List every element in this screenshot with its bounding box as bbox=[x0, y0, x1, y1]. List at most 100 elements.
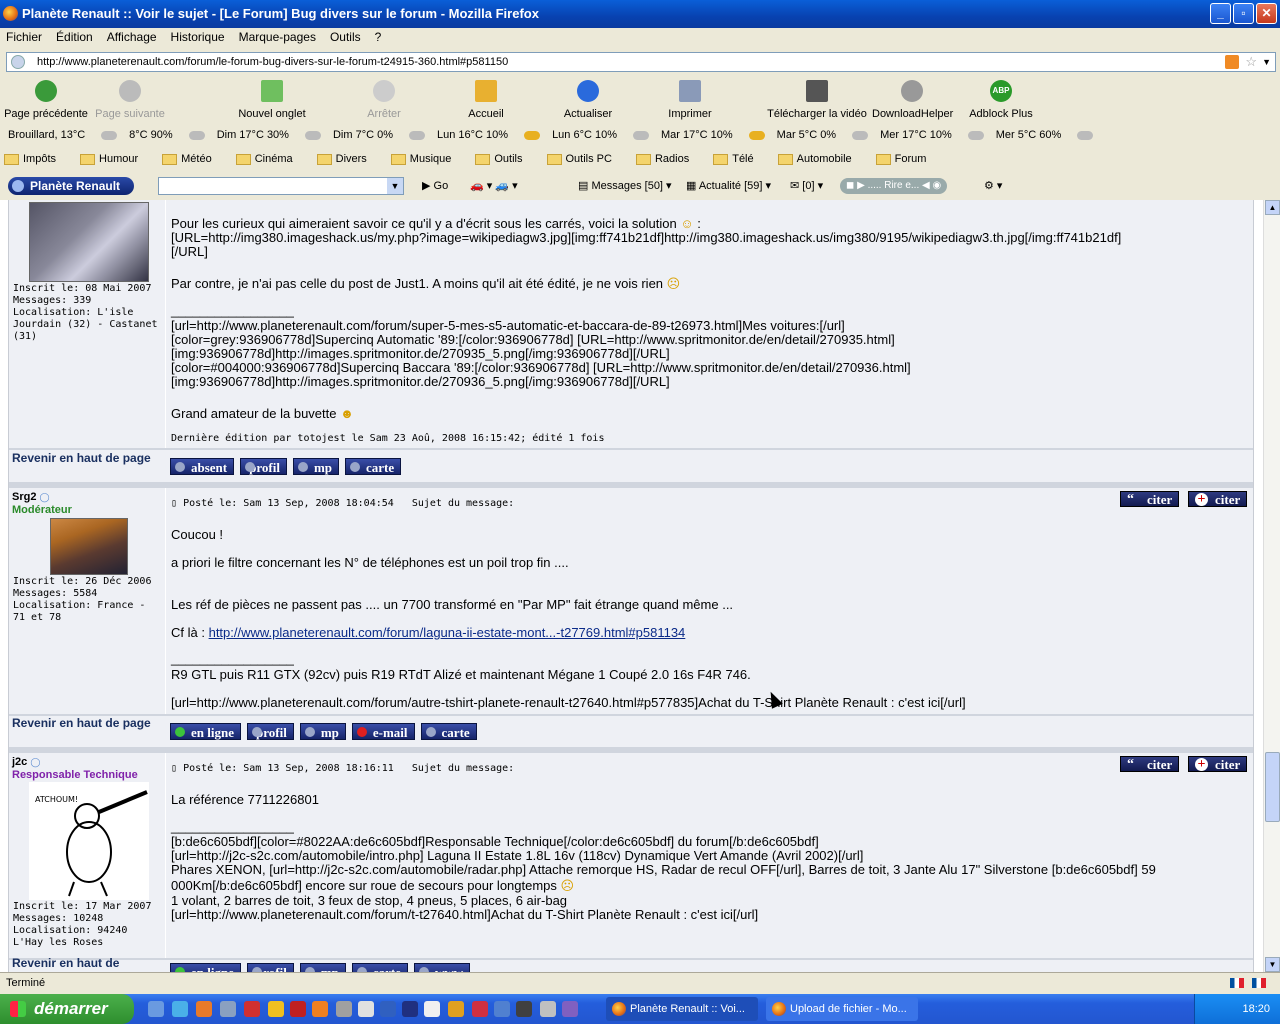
site-identity-icon[interactable] bbox=[11, 55, 25, 69]
print-button[interactable]: Imprimer bbox=[664, 80, 716, 121]
status-online-button[interactable]: en ligne bbox=[170, 723, 241, 740]
bookmark-folder[interactable]: Humour bbox=[80, 148, 150, 170]
quicklaunch-icon[interactable] bbox=[472, 1001, 488, 1017]
bookmark-folder[interactable]: Forum bbox=[875, 148, 939, 170]
quicklaunch-icon[interactable] bbox=[244, 1001, 260, 1017]
firefox-icon[interactable] bbox=[196, 1001, 212, 1017]
map-button[interactable]: carte bbox=[351, 963, 409, 972]
back-button[interactable]: Page précédente bbox=[4, 80, 88, 121]
profile-button[interactable]: profil bbox=[240, 458, 287, 475]
quicklaunch-icon[interactable] bbox=[312, 1001, 328, 1017]
toolbar-search-input[interactable]: ▼ bbox=[158, 177, 404, 195]
quicklaunch-icon[interactable] bbox=[402, 1001, 418, 1017]
stop-button[interactable]: Arrêter bbox=[360, 80, 408, 121]
quicklaunch-icon[interactable] bbox=[336, 1001, 352, 1017]
menu-outils[interactable]: Outils bbox=[330, 28, 361, 48]
multi-quote-button[interactable]: citer bbox=[1188, 756, 1248, 772]
username[interactable]: j2c bbox=[12, 756, 27, 768]
french-flag-icon[interactable] bbox=[1230, 978, 1244, 988]
scroll-up-arrow-icon[interactable]: ▲ bbox=[1265, 200, 1280, 215]
menu-fichier[interactable]: Fichier bbox=[6, 28, 42, 48]
bookmark-folder[interactable]: Météo bbox=[162, 148, 224, 170]
menu-affichage[interactable]: Affichage bbox=[107, 28, 157, 48]
vertical-scrollbar[interactable]: ▲ ▼ bbox=[1263, 200, 1280, 972]
bookmark-folder[interactable]: Outils PC bbox=[546, 148, 624, 170]
close-button[interactable]: ✕ bbox=[1256, 3, 1277, 24]
new-tab-button[interactable]: Nouvel onglet bbox=[236, 80, 308, 121]
quicklaunch-icon[interactable] bbox=[448, 1001, 464, 1017]
weather-item[interactable]: Brouillard, 13°C bbox=[8, 124, 118, 146]
radio-player[interactable]: ◼ ▶ ..... Rire e... ◀ ◉ bbox=[840, 178, 948, 194]
bookmark-folder[interactable]: Automobile bbox=[777, 148, 864, 170]
news-button[interactable]: ▦ Actualité [59] ▾ bbox=[686, 174, 771, 198]
quicklaunch-icon[interactable] bbox=[424, 1001, 440, 1017]
quicklaunch-icon[interactable] bbox=[540, 1001, 556, 1017]
weather-item[interactable]: 8°C 90% bbox=[129, 124, 205, 146]
reload-button[interactable]: Actualiser bbox=[560, 80, 616, 121]
map-button[interactable]: carte bbox=[345, 458, 402, 475]
email-button[interactable]: e-mail bbox=[351, 723, 415, 740]
weather-item[interactable]: Mar 17°C 10% bbox=[661, 124, 765, 146]
weather-item[interactable]: Dim 17°C 30% bbox=[217, 124, 321, 146]
back-to-top-link[interactable]: Revenir en haut de page bbox=[12, 452, 151, 465]
messages-button[interactable]: ▤ Messages [50] ▾ bbox=[578, 174, 672, 198]
weather-item[interactable]: Mer 5°C 60% bbox=[996, 124, 1094, 146]
ie-icon[interactable] bbox=[172, 1001, 188, 1017]
weather-item[interactable]: Mar 5°C 0% bbox=[777, 124, 869, 146]
youtube-icon[interactable] bbox=[290, 1001, 306, 1017]
pm-button[interactable]: mp bbox=[299, 963, 346, 972]
status-online-button[interactable]: en ligne bbox=[170, 963, 241, 972]
rss-icon[interactable] bbox=[1225, 55, 1239, 69]
profile-button[interactable]: profil bbox=[246, 723, 294, 740]
bookmark-star-icon[interactable]: ☆ bbox=[1245, 53, 1257, 71]
window-titlebar[interactable]: Planète Renault :: Voir le sujet - [Le F… bbox=[0, 0, 1280, 28]
menu-marque-pages[interactable]: Marque-pages bbox=[239, 28, 316, 48]
bookmark-folder[interactable]: Divers bbox=[316, 148, 379, 170]
taskbar-item-planete-renault[interactable]: Planète Renault :: Voi... bbox=[606, 997, 758, 1021]
quote-button[interactable]: citer bbox=[1120, 756, 1180, 772]
multi-quote-button[interactable]: citer bbox=[1188, 491, 1248, 507]
back-to-top-link[interactable]: Revenir en haut de bbox=[12, 957, 119, 970]
pm-button[interactable]: mp bbox=[292, 458, 340, 475]
bookmark-folder[interactable]: Impôts bbox=[4, 148, 68, 170]
profile-button[interactable]: profil bbox=[246, 963, 294, 972]
home-button[interactable]: Accueil bbox=[464, 80, 508, 121]
back-to-top-link[interactable]: Revenir en haut de page bbox=[12, 717, 151, 730]
minimize-button[interactable]: _ bbox=[1210, 3, 1231, 24]
quicklaunch-icon[interactable] bbox=[516, 1001, 532, 1017]
quote-button[interactable]: citer bbox=[1120, 491, 1180, 507]
bookmark-folder[interactable]: Télé bbox=[713, 148, 765, 170]
quicklaunch-icon[interactable] bbox=[148, 1001, 164, 1017]
map-button[interactable]: carte bbox=[420, 723, 477, 740]
car-icon[interactable]: 🚗 ▾ 🚙 ▾ bbox=[470, 174, 518, 198]
forward-button[interactable]: Page suivante bbox=[94, 80, 166, 121]
maximize-button[interactable]: ▫ bbox=[1233, 3, 1254, 24]
clock[interactable]: 18:20 bbox=[1242, 1003, 1270, 1015]
bookmark-folder[interactable]: Outils bbox=[475, 148, 534, 170]
scroll-down-arrow-icon[interactable]: ▼ bbox=[1265, 957, 1280, 972]
chevron-down-icon[interactable]: ▼ bbox=[387, 178, 403, 194]
scrollbar-thumb[interactable] bbox=[1265, 752, 1280, 822]
pm-button[interactable]: mp bbox=[299, 723, 346, 740]
bookmark-folder[interactable]: Cinéma bbox=[235, 148, 305, 170]
bookmark-folder[interactable]: Radios bbox=[635, 148, 701, 170]
address-bar[interactable]: http://www.planeterenault.com/forum/le-f… bbox=[6, 52, 1276, 72]
bookmark-folder[interactable]: Musique bbox=[390, 148, 464, 170]
post-link[interactable]: http://www.planeterenault.com/forum/lagu… bbox=[209, 625, 686, 640]
download-video-button[interactable]: Télécharger la vidéo bbox=[766, 80, 868, 121]
go-button[interactable]: ▶ Go bbox=[422, 174, 448, 198]
menu-help[interactable]: ? bbox=[375, 28, 382, 48]
quicklaunch-icon[interactable] bbox=[268, 1001, 284, 1017]
username[interactable]: Srg2 bbox=[12, 491, 36, 503]
start-button[interactable]: démarrer bbox=[0, 994, 134, 1024]
adblock-button[interactable]: ABP Adblock Plus bbox=[968, 80, 1034, 121]
quicklaunch-icon[interactable] bbox=[494, 1001, 510, 1017]
french-flag-icon[interactable] bbox=[1252, 978, 1266, 988]
downloadhelper-button[interactable]: DownloadHelper bbox=[872, 80, 953, 121]
weather-item[interactable]: Lun 6°C 10% bbox=[552, 124, 650, 146]
weather-item[interactable]: Dim 7°C 0% bbox=[333, 124, 425, 146]
quicklaunch-icon[interactable] bbox=[562, 1001, 578, 1017]
gear-icon[interactable]: ⚙ ▾ bbox=[984, 174, 1002, 198]
quicklaunch-icon[interactable] bbox=[380, 1001, 396, 1017]
planete-renault-button[interactable]: Planète Renault bbox=[8, 177, 134, 195]
